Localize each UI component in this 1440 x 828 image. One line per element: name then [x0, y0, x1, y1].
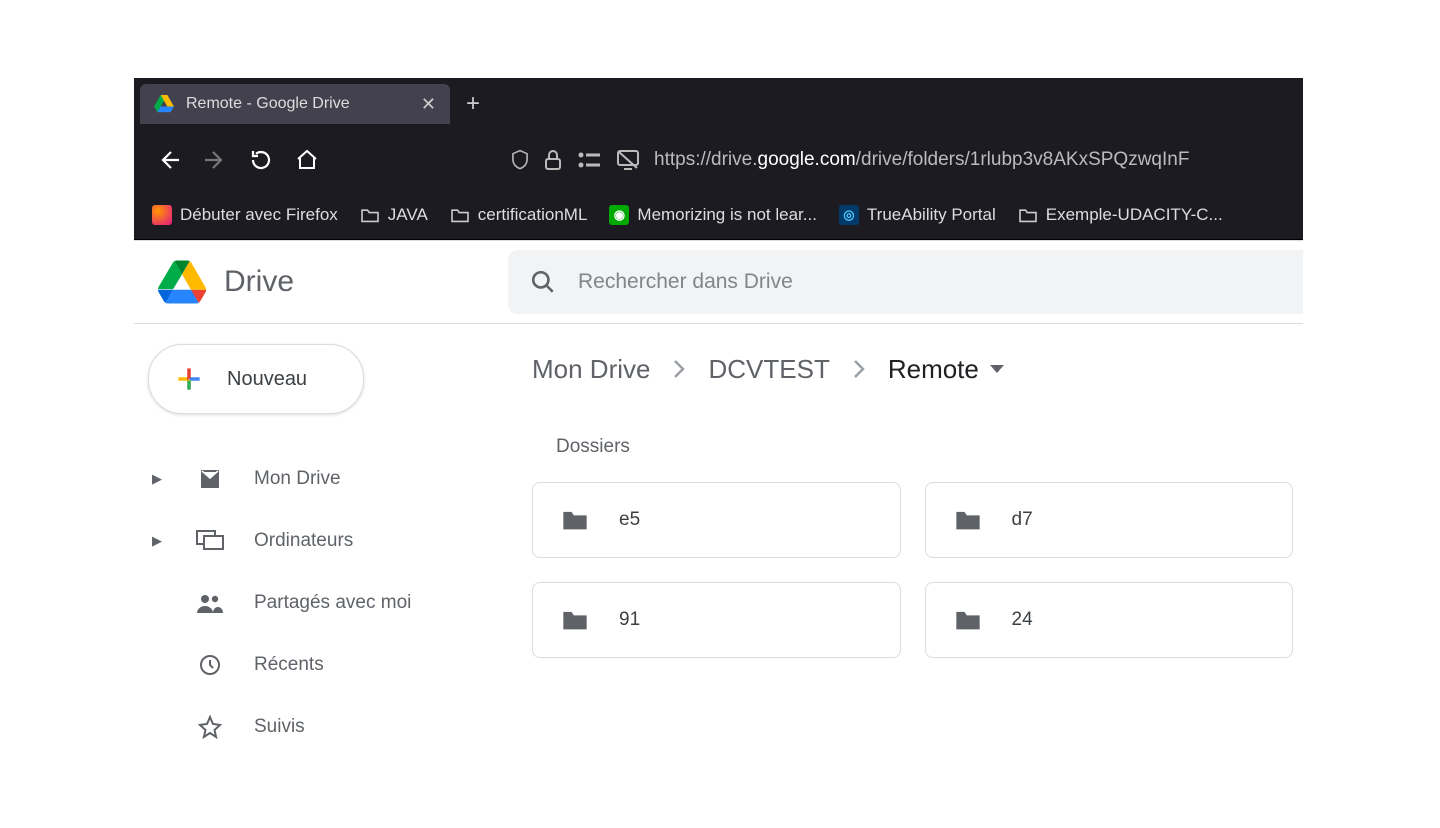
drive-app: Drive Nouveau ▶ Mon Drive: [134, 240, 1303, 758]
sidebar-item-my-drive[interactable]: ▶ Mon Drive: [148, 448, 526, 510]
folder-icon: [954, 608, 982, 632]
plus-icon: [173, 363, 205, 395]
green-favicon-icon: ◉: [609, 205, 629, 225]
folder-card[interactable]: 24: [925, 582, 1294, 658]
section-label: Dossiers: [556, 436, 1303, 458]
folder-name: e5: [619, 509, 640, 531]
breadcrumb-current-label: Remote: [888, 354, 979, 385]
sidebar-item-label: Suivis: [254, 716, 305, 738]
folder-card[interactable]: e5: [532, 482, 901, 558]
blue-favicon-icon: ◎: [839, 205, 859, 225]
folders-grid: e5 d7 91 24: [532, 482, 1303, 658]
computers-icon: [196, 530, 224, 552]
sidebar-item-computers[interactable]: ▶ Ordinateurs: [148, 510, 526, 572]
bookmark-memorizing[interactable]: ◉ Memorizing is not lear...: [609, 205, 817, 225]
new-button-label: Nouveau: [227, 368, 307, 391]
drive-logo-icon: [158, 260, 206, 304]
folder-name: 24: [1012, 609, 1033, 631]
my-drive-icon: [196, 467, 224, 491]
bookmark-firefox[interactable]: Débuter avec Firefox: [152, 205, 338, 225]
bookmark-certml[interactable]: certificationML: [450, 205, 588, 225]
bookmark-label: Exemple-UDACITY-C...: [1046, 205, 1223, 225]
search-box[interactable]: [508, 250, 1303, 314]
bookmark-label: TrueAbility Portal: [867, 205, 996, 225]
tab-title: Remote - Google Drive: [186, 95, 350, 113]
breadcrumb-current[interactable]: Remote: [888, 354, 1005, 385]
bookmark-label: certificationML: [478, 205, 588, 225]
folder-icon: [1018, 207, 1038, 223]
browser-window: Remote - Google Drive ✕ + https://drive.…: [134, 78, 1303, 758]
back-icon[interactable]: [156, 147, 182, 173]
close-tab-icon[interactable]: ✕: [421, 94, 436, 115]
expand-arrow-icon[interactable]: ▶: [152, 533, 166, 549]
folder-icon: [561, 608, 589, 632]
star-icon: [196, 715, 224, 739]
folder-name: d7: [1012, 509, 1033, 531]
bookmarks-bar: Débuter avec Firefox JAVA certificationM…: [134, 190, 1303, 240]
sidebar-item-shared[interactable]: Partagés avec moi: [148, 572, 526, 634]
expand-arrow-icon[interactable]: ▶: [152, 471, 166, 487]
main-content: Mon Drive DCVTEST Remote Dossiers: [526, 324, 1303, 758]
folder-card[interactable]: 91: [532, 582, 901, 658]
browser-tab-strip: Remote - Google Drive ✕ +: [134, 78, 1303, 130]
reload-icon[interactable]: [248, 147, 274, 173]
bookmark-label: Débuter avec Firefox: [180, 205, 338, 225]
address-bar[interactable]: https://drive.google.com/drive/folders/1…: [510, 149, 1281, 171]
forward-icon: [202, 147, 228, 173]
breadcrumb-item[interactable]: Mon Drive: [532, 354, 650, 385]
new-tab-button[interactable]: +: [450, 90, 496, 118]
sidebar-item-label: Récents: [254, 654, 324, 676]
browser-toolbar: https://drive.google.com/drive/folders/1…: [134, 130, 1303, 190]
bookmark-trueability[interactable]: ◎ TrueAbility Portal: [839, 205, 996, 225]
sidebar-items: ▶ Mon Drive ▶ Ordinateurs: [148, 448, 526, 758]
firefox-icon: [152, 205, 172, 225]
new-button[interactable]: Nouveau: [148, 344, 364, 414]
sidebar-item-label: Ordinateurs: [254, 530, 353, 552]
drive-header: Drive: [134, 241, 1303, 323]
sidebar-item-recent[interactable]: Récents: [148, 634, 526, 696]
chevron-right-icon: [672, 358, 686, 380]
search-icon: [530, 269, 556, 295]
drive-body: Nouveau ▶ Mon Drive ▶: [134, 323, 1303, 758]
permissions-icon: [576, 150, 602, 170]
sidebar-item-label: Mon Drive: [254, 468, 341, 490]
browser-tab[interactable]: Remote - Google Drive ✕: [140, 84, 450, 124]
bookmark-udacity[interactable]: Exemple-UDACITY-C...: [1018, 205, 1223, 225]
chevron-right-icon: [852, 358, 866, 380]
breadcrumb-item[interactable]: DCVTEST: [708, 354, 829, 385]
folder-icon: [561, 508, 589, 532]
bookmark-label: Memorizing is not lear...: [637, 205, 817, 225]
home-icon[interactable]: [294, 147, 320, 173]
folder-card[interactable]: d7: [925, 482, 1294, 558]
recent-icon: [196, 653, 224, 677]
search-input[interactable]: [578, 270, 1281, 294]
url-text: https://drive.google.com/drive/folders/1…: [654, 149, 1189, 171]
breadcrumb: Mon Drive DCVTEST Remote: [532, 342, 1303, 396]
folder-icon: [360, 207, 380, 223]
shared-icon: [196, 592, 224, 614]
lock-icon: [544, 149, 562, 171]
drive-favicon-icon: [154, 95, 174, 113]
drive-app-name: Drive: [224, 265, 294, 299]
dropdown-icon: [989, 363, 1005, 375]
screen-blocked-icon: [616, 149, 640, 171]
folder-icon: [450, 207, 470, 223]
sidebar-item-starred[interactable]: Suivis: [148, 696, 526, 758]
folder-icon: [954, 508, 982, 532]
sidebar: Nouveau ▶ Mon Drive ▶: [134, 324, 526, 758]
sidebar-item-label: Partagés avec moi: [254, 592, 411, 614]
folder-name: 91: [619, 609, 640, 631]
bookmark-java[interactable]: JAVA: [360, 205, 428, 225]
bookmark-label: JAVA: [388, 205, 428, 225]
shield-icon: [510, 149, 530, 171]
